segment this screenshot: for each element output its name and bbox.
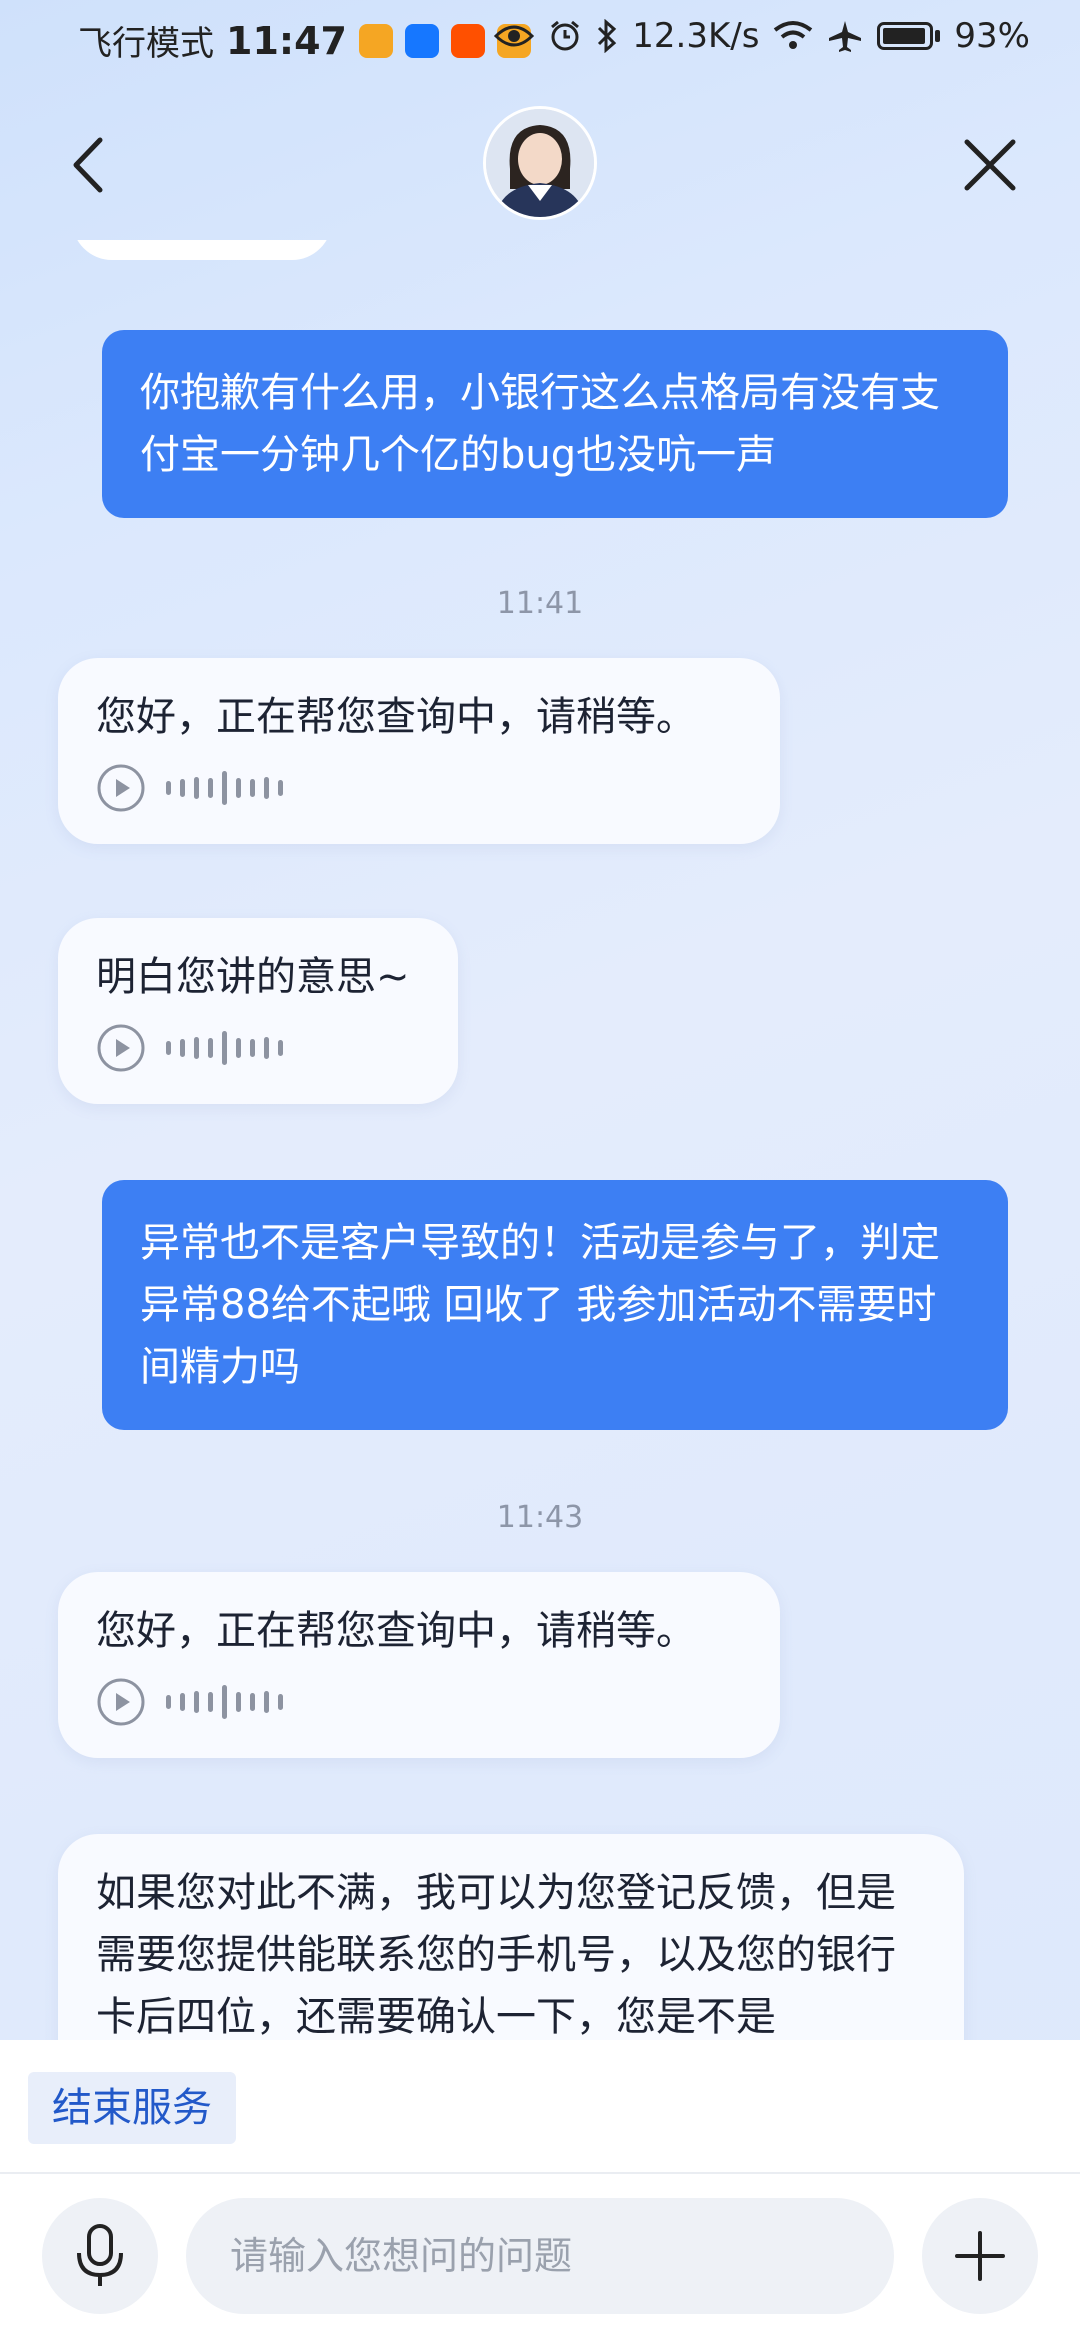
battery-percent: 93% [954,16,1030,56]
bot-message: 您好，正在帮您查询中，请稍等。 [58,1572,780,1758]
bot-message: 您好，正在帮您查询中，请稍等。 [58,658,780,844]
chevron-left-icon [73,137,103,193]
bottom-input-area: 结束服务 [0,2040,1080,2340]
timestamp: 11:43 [496,1500,584,1535]
microphone-icon [77,2224,123,2286]
plus-icon [955,2231,1005,2281]
message-input[interactable] [186,2198,894,2314]
eye-icon [494,25,535,47]
audio-waveform [166,1685,283,1719]
close-button[interactable] [955,130,1025,200]
voice-playback[interactable] [96,1020,420,1076]
divider [0,2172,1080,2174]
status-time: 11:47 [226,18,347,63]
end-service-button[interactable]: 结束服务 [28,2072,236,2144]
user-message-text: 异常也不是客户导致的！活动是参与了，判定异常88给不起哦 回收了 我参加活动不需… [140,1220,940,1390]
status-left: 飞行模式 11:47 [78,16,531,65]
chat-messages[interactable]: 你抱歉有什么用，小银行这么点格局有没有支付宝一分钟几个亿的bug也没吭一声 11… [0,240,1080,2040]
play-icon[interactable] [96,1677,146,1727]
bot-message: 明白您讲的意思~ [58,918,458,1104]
bot-message-text: 如果您对此不满，我可以为您登记反馈，但是需要您提供能联系您的手机号，以及您的银行… [96,1870,896,2040]
status-bar: 飞行模式 11:47 12.3K/s 93% [0,0,1080,80]
user-message-text: 你抱歉有什么用，小银行这么点格局有没有支付宝一分钟几个亿的bug也没吭一声 [140,370,940,478]
app-notification-icon [358,23,393,58]
clipped-message-bubble [72,240,332,260]
alarm-icon [551,20,580,51]
airplane-mode-label: 飞行模式 [78,24,214,64]
agent-avatar [483,106,597,220]
taobao-icon [450,23,485,58]
network-speed: 12.3K/s [632,16,760,56]
back-button[interactable] [60,130,120,200]
battery-cap [935,30,941,42]
audio-waveform [166,771,283,805]
chat-header [0,90,1080,240]
bot-message-text: 明白您讲的意思~ [96,954,410,1000]
bluetooth-icon [598,19,617,53]
user-message: 异常也不是客户导致的！活动是参与了，判定异常88给不起哦 回收了 我参加活动不需… [102,1180,1008,1430]
app-notification-icon [404,23,439,58]
voice-playback[interactable] [96,1674,742,1730]
close-icon [964,139,1016,191]
voice-playback[interactable] [96,760,742,816]
play-icon[interactable] [96,1023,146,1073]
airplane-icon [829,21,862,52]
bot-message-text: 您好，正在帮您查询中，请稍等。 [96,694,696,740]
audio-waveform [166,1031,283,1065]
wifi-icon [774,21,813,49]
voice-input-button[interactable] [42,2198,158,2314]
status-right: 12.3K/s 93% [494,16,1030,56]
bot-message-text: 您好，正在帮您查询中，请稍等。 [96,1608,696,1654]
more-options-button[interactable] [922,2198,1038,2314]
battery-icon [877,22,934,50]
user-message: 你抱歉有什么用，小银行这么点格局有没有支付宝一分钟几个亿的bug也没吭一声 [102,330,1008,518]
play-icon[interactable] [96,763,146,813]
timestamp: 11:41 [496,586,584,621]
bot-message: 如果您对此不满，我可以为您登记反馈，但是需要您提供能联系您的手机号，以及您的银行… [58,1834,964,2040]
avatar-image [486,109,594,217]
